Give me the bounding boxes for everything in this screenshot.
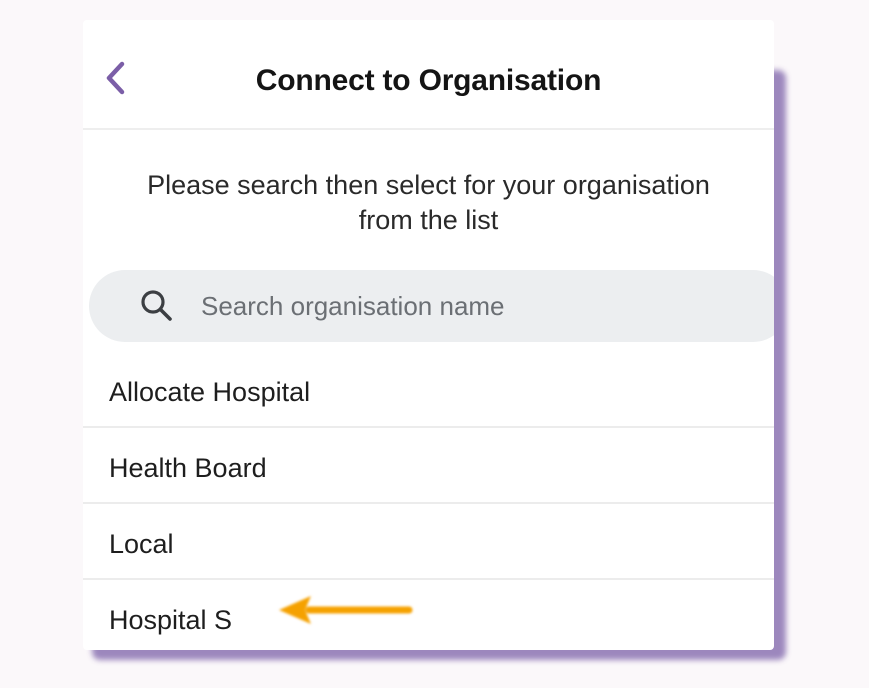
page-title: Connect to Organisation [255,64,602,97]
organisation-label: Local [109,529,174,559]
header-bar: Connect to Organisation [83,20,774,132]
connect-organisation-screen: Connect to Organisation Please search th… [83,20,774,650]
organisation-item-allocate-hospital[interactable]: Allocate Hospital [83,360,774,428]
search-bar[interactable] [89,270,774,342]
organisation-item-local[interactable]: Local [83,504,774,580]
organisation-label: Hospital S [109,605,233,635]
organisation-label: Health Board [109,453,267,483]
organisation-item-hospital-s[interactable]: Hospital S [83,580,774,650]
organisation-label: Allocate Hospital [109,377,311,407]
header-divider [83,128,774,130]
search-input[interactable] [201,284,681,328]
organisation-list: Allocate Hospital Health Board Local Hos… [83,360,774,650]
organisation-item-health-board[interactable]: Health Board [83,428,774,504]
instructions-text: Please search then select for your organ… [147,170,710,235]
arrow-left-icon [279,596,413,624]
search-icon [141,290,172,321]
